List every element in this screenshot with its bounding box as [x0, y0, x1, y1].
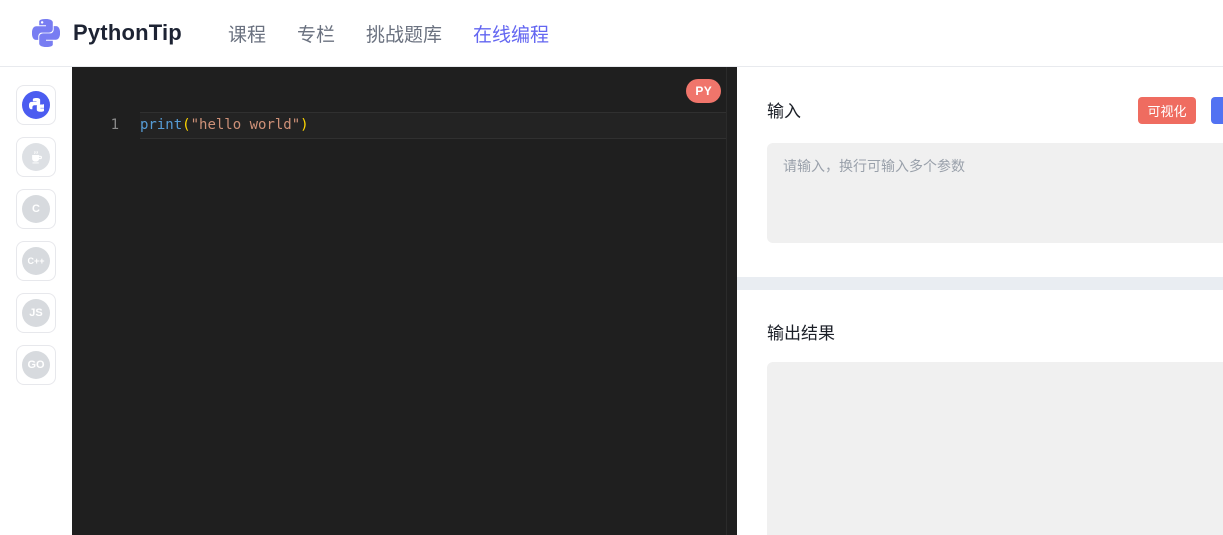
program-input-textarea[interactable]	[767, 143, 1223, 243]
pythontip-logo-icon	[32, 19, 60, 47]
python-icon	[22, 91, 50, 119]
program-output-box	[767, 362, 1223, 535]
visualize-button[interactable]: 可视化	[1138, 97, 1196, 124]
lang-button-java[interactable]	[16, 137, 56, 177]
c-icon: C	[22, 195, 50, 223]
brand-title: PythonTip	[73, 20, 182, 45]
lang-button-go[interactable]: GO	[16, 345, 56, 385]
main-nav: 课程 专栏 挑战题库 在线编程	[228, 20, 549, 47]
language-badge: PY	[686, 79, 721, 103]
input-section-title: 输入	[767, 102, 801, 121]
go-icon: GO	[22, 351, 50, 379]
java-icon	[22, 143, 50, 171]
code-token-function: print	[140, 117, 183, 133]
io-panel: 输入 可视化 输出结果	[737, 67, 1223, 535]
code-token-open-paren: (	[182, 117, 191, 133]
code-line-1[interactable]: 1 print("hello world")	[72, 112, 737, 139]
code-token-string: "hello world"	[190, 117, 301, 133]
nav-item-courses[interactable]: 课程	[228, 20, 266, 47]
editor-ruler-line	[726, 67, 727, 535]
panel-divider	[737, 277, 1223, 290]
nav-item-challenges[interactable]: 挑战题库	[366, 20, 442, 47]
lang-button-cpp[interactable]: C++	[16, 241, 56, 281]
line-number: 1	[110, 117, 119, 133]
lang-button-c[interactable]: C	[16, 189, 56, 229]
output-section-title: 输出结果	[767, 324, 835, 343]
top-navbar: PythonTip 课程 专栏 挑战题库 在线编程	[0, 0, 1223, 67]
main-content: C C++ JS GO PY 1 print("hello world") 输入…	[0, 67, 1223, 535]
code-editor[interactable]: PY 1 print("hello world")	[72, 67, 737, 535]
language-sidebar: C C++ JS GO	[0, 67, 72, 535]
js-icon: JS	[22, 299, 50, 327]
nav-item-online-coding[interactable]: 在线编程	[473, 20, 549, 47]
run-button-cutoff[interactable]	[1211, 97, 1223, 124]
code-token-close-paren: )	[300, 117, 309, 133]
code-line-content[interactable]: print("hello world")	[140, 112, 726, 139]
lang-button-python[interactable]	[16, 85, 56, 125]
nav-item-columns[interactable]: 专栏	[297, 20, 335, 47]
cpp-icon: C++	[22, 247, 50, 275]
lang-button-js[interactable]: JS	[16, 293, 56, 333]
